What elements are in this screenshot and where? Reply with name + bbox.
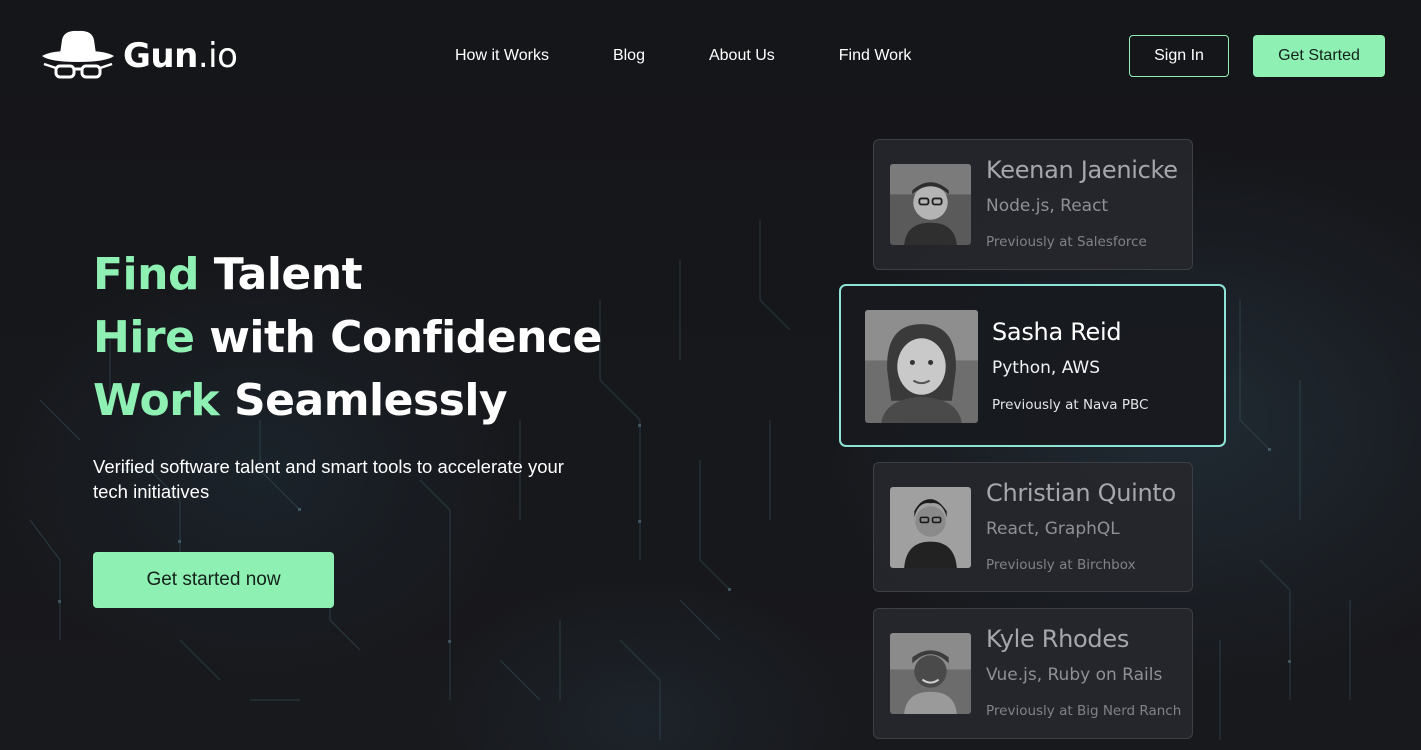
nav-link-how-it-works[interactable]: How it Works	[455, 47, 549, 65]
talent-card-christian-quinto[interactable]: Christian Quinto React, GraphQL Previous…	[873, 462, 1193, 592]
talent-previous-employer: Previously at Nava PBC	[992, 397, 1149, 413]
talent-name: Christian Quinto	[986, 479, 1176, 507]
avatar	[890, 487, 971, 568]
logo[interactable]: Gun.io	[40, 28, 238, 84]
talent-card-sasha-reid[interactable]: Sasha Reid Python, AWS Previously at Nav…	[839, 284, 1226, 447]
hero-line-text: Talent	[198, 249, 363, 300]
talent-previous-employer: Previously at Birchbox	[986, 557, 1136, 573]
avatar	[890, 633, 971, 714]
logo-text-bold: Gun	[123, 36, 198, 76]
talent-skills: Python, AWS	[992, 358, 1101, 378]
hat-and-glasses-icon	[42, 30, 114, 79]
hero-accent-word: Work	[93, 375, 220, 426]
talent-card-kyle-rhodes[interactable]: Kyle Rhodes Vue.js, Ruby on Rails Previo…	[873, 608, 1193, 739]
hero-line-hire: Hire with Confidence	[93, 306, 602, 369]
talent-name: Kyle Rhodes	[986, 625, 1130, 653]
get-started-button[interactable]: Get Started	[1253, 35, 1385, 77]
hero-heading: Find Talent Hire with Confidence Work Se…	[93, 243, 602, 432]
landing-page: Gun.io How it Works Blog About Us Find W…	[0, 0, 1421, 750]
talent-skills: Node.js, React	[986, 196, 1109, 216]
hero-line-work: Work Seamlessly	[93, 369, 602, 432]
avatar	[890, 164, 971, 245]
nav-link-about-us[interactable]: About Us	[709, 47, 775, 65]
main-nav: How it Works Blog About Us Find Work	[455, 44, 911, 68]
talent-skills: React, GraphQL	[986, 519, 1120, 539]
nav-link-blog[interactable]: Blog	[613, 47, 645, 65]
hero-accent-word: Hire	[93, 312, 195, 363]
talent-name: Keenan Jaenicke	[986, 156, 1178, 184]
avatar	[865, 310, 978, 423]
talent-previous-employer: Previously at Big Nerd Ranch	[986, 703, 1182, 719]
get-started-now-button[interactable]: Get started now	[93, 552, 334, 608]
hero-subtitle: Verified software talent and smart tools…	[93, 456, 564, 502]
hero-line-text: with Confidence	[194, 312, 602, 363]
talent-name: Sasha Reid	[992, 318, 1122, 346]
hero-line-find-talent: Find Talent	[93, 243, 602, 306]
talent-skills: Vue.js, Ruby on Rails	[986, 665, 1163, 685]
logo-text-light: .io	[197, 36, 238, 76]
hero-accent-word: Find	[93, 249, 199, 300]
hero-line-text: Seamlessly	[219, 375, 508, 426]
sign-in-button[interactable]: Sign In	[1129, 35, 1229, 77]
logo-text: Gun.io	[123, 36, 238, 76]
talent-card-keenan-jaenicke[interactable]: Keenan Jaenicke Node.js, React Previousl…	[873, 139, 1193, 270]
talent-previous-employer: Previously at Salesforce	[986, 234, 1147, 250]
nav-link-find-work[interactable]: Find Work	[839, 47, 912, 65]
